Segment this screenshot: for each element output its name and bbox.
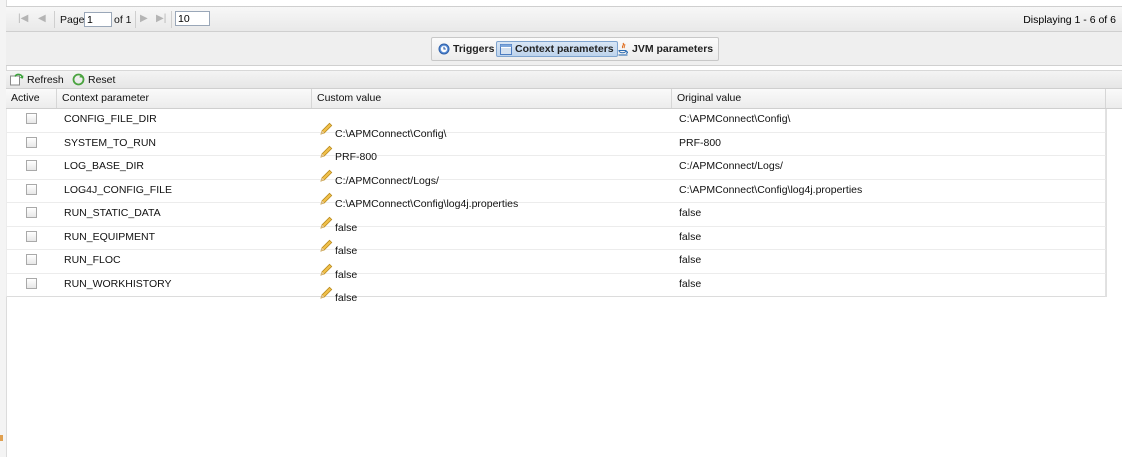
- grid-header: Active Context parameter Custom value Or…: [6, 89, 1122, 109]
- reset-button[interactable]: Reset: [72, 73, 115, 86]
- edge-marker: [0, 435, 3, 441]
- grid-right-border: [1106, 109, 1107, 297]
- custom-value-text: false: [335, 292, 358, 304]
- column-header-active[interactable]: Active: [6, 89, 57, 108]
- page-label: Page: [60, 14, 85, 26]
- pencil-icon[interactable]: [319, 286, 333, 303]
- refresh-label: Refresh: [27, 73, 64, 86]
- page-number-input[interactable]: [84, 12, 112, 27]
- active-checkbox[interactable]: [26, 277, 37, 289]
- java-icon: [617, 42, 629, 56]
- context-parameters-grid: CONFIG_FILE_DIR C:\APMConnect\Config\ C:…: [6, 109, 1106, 304]
- tab-triggers[interactable]: Triggers: [438, 41, 494, 57]
- refresh-button[interactable]: Refresh: [10, 73, 64, 86]
- tab-context-parameters[interactable]: Context parameters: [496, 41, 618, 57]
- original-value-text: false: [679, 277, 702, 290]
- active-checkbox[interactable]: [26, 230, 37, 242]
- custom-value-cell[interactable]: false: [319, 279, 358, 304]
- active-checkbox[interactable]: [26, 183, 37, 195]
- action-toolbar: Refresh Reset: [6, 70, 1122, 89]
- toolbar-separator: [171, 11, 172, 28]
- refresh-icon: [10, 73, 24, 86]
- column-header-context-parameter[interactable]: Context parameter: [57, 89, 312, 108]
- active-checkbox[interactable]: [26, 136, 37, 148]
- display-info: Displaying 1 - 6 of 6: [1023, 14, 1116, 26]
- column-header-custom-value[interactable]: Custom value: [312, 89, 672, 108]
- next-page-icon[interactable]: ▶: [140, 13, 148, 25]
- tab-group: Triggers Context parameters JVM paramete…: [431, 37, 719, 61]
- table-row[interactable]: RUN_FLOC false false: [6, 250, 1106, 281]
- reset-label: Reset: [88, 73, 116, 86]
- table-row[interactable]: SYSTEM_TO_RUN PRF-800 PRF-800: [6, 132, 1106, 163]
- context-parameter-name: RUN_WORKHISTORY: [64, 277, 172, 290]
- table-row[interactable]: RUN_EQUIPMENT false false: [6, 226, 1106, 257]
- tab-jvm-parameters[interactable]: JVM parameters: [617, 41, 713, 57]
- active-checkbox[interactable]: [26, 207, 37, 218]
- page-of-label: of 1: [114, 14, 132, 26]
- clock-icon: [438, 43, 450, 55]
- tab-bar: Triggers Context parameters JVM paramete…: [6, 32, 1122, 66]
- tab-label: Context parameters: [515, 43, 614, 55]
- column-header-original-value[interactable]: Original value: [672, 89, 1106, 108]
- first-page-icon[interactable]: |◀: [18, 13, 28, 25]
- toolbar-separator: [54, 11, 55, 28]
- table-row[interactable]: LOG4J_CONFIG_FILE C:\APMConnect\Config\l…: [6, 179, 1106, 210]
- toolbar-separator: [135, 11, 136, 28]
- tab-label: Triggers: [453, 43, 495, 55]
- active-checkbox[interactable]: [26, 113, 37, 124]
- table-row[interactable]: CONFIG_FILE_DIR C:\APMConnect\Config\ C:…: [6, 109, 1106, 140]
- table-icon: [500, 43, 512, 55]
- table-row[interactable]: RUN_STATIC_DATA false false: [6, 203, 1106, 234]
- active-checkbox[interactable]: [26, 254, 37, 265]
- reset-icon: [72, 73, 85, 86]
- last-page-icon[interactable]: ▶|: [156, 13, 166, 25]
- active-checkbox[interactable]: [26, 160, 37, 171]
- paging-toolbar: |◀ ◀ Page of 1 ▶ ▶| Displaying 1 - 6 of …: [6, 6, 1122, 32]
- tab-label: JVM parameters: [632, 43, 714, 55]
- page-size-input[interactable]: [175, 11, 210, 26]
- table-row[interactable]: LOG_BASE_DIR C:/APMConnect/Logs/ C:/APMC…: [6, 156, 1106, 187]
- prev-page-icon[interactable]: ◀: [38, 13, 46, 25]
- table-row[interactable]: RUN_WORKHISTORY false false: [6, 273, 1106, 304]
